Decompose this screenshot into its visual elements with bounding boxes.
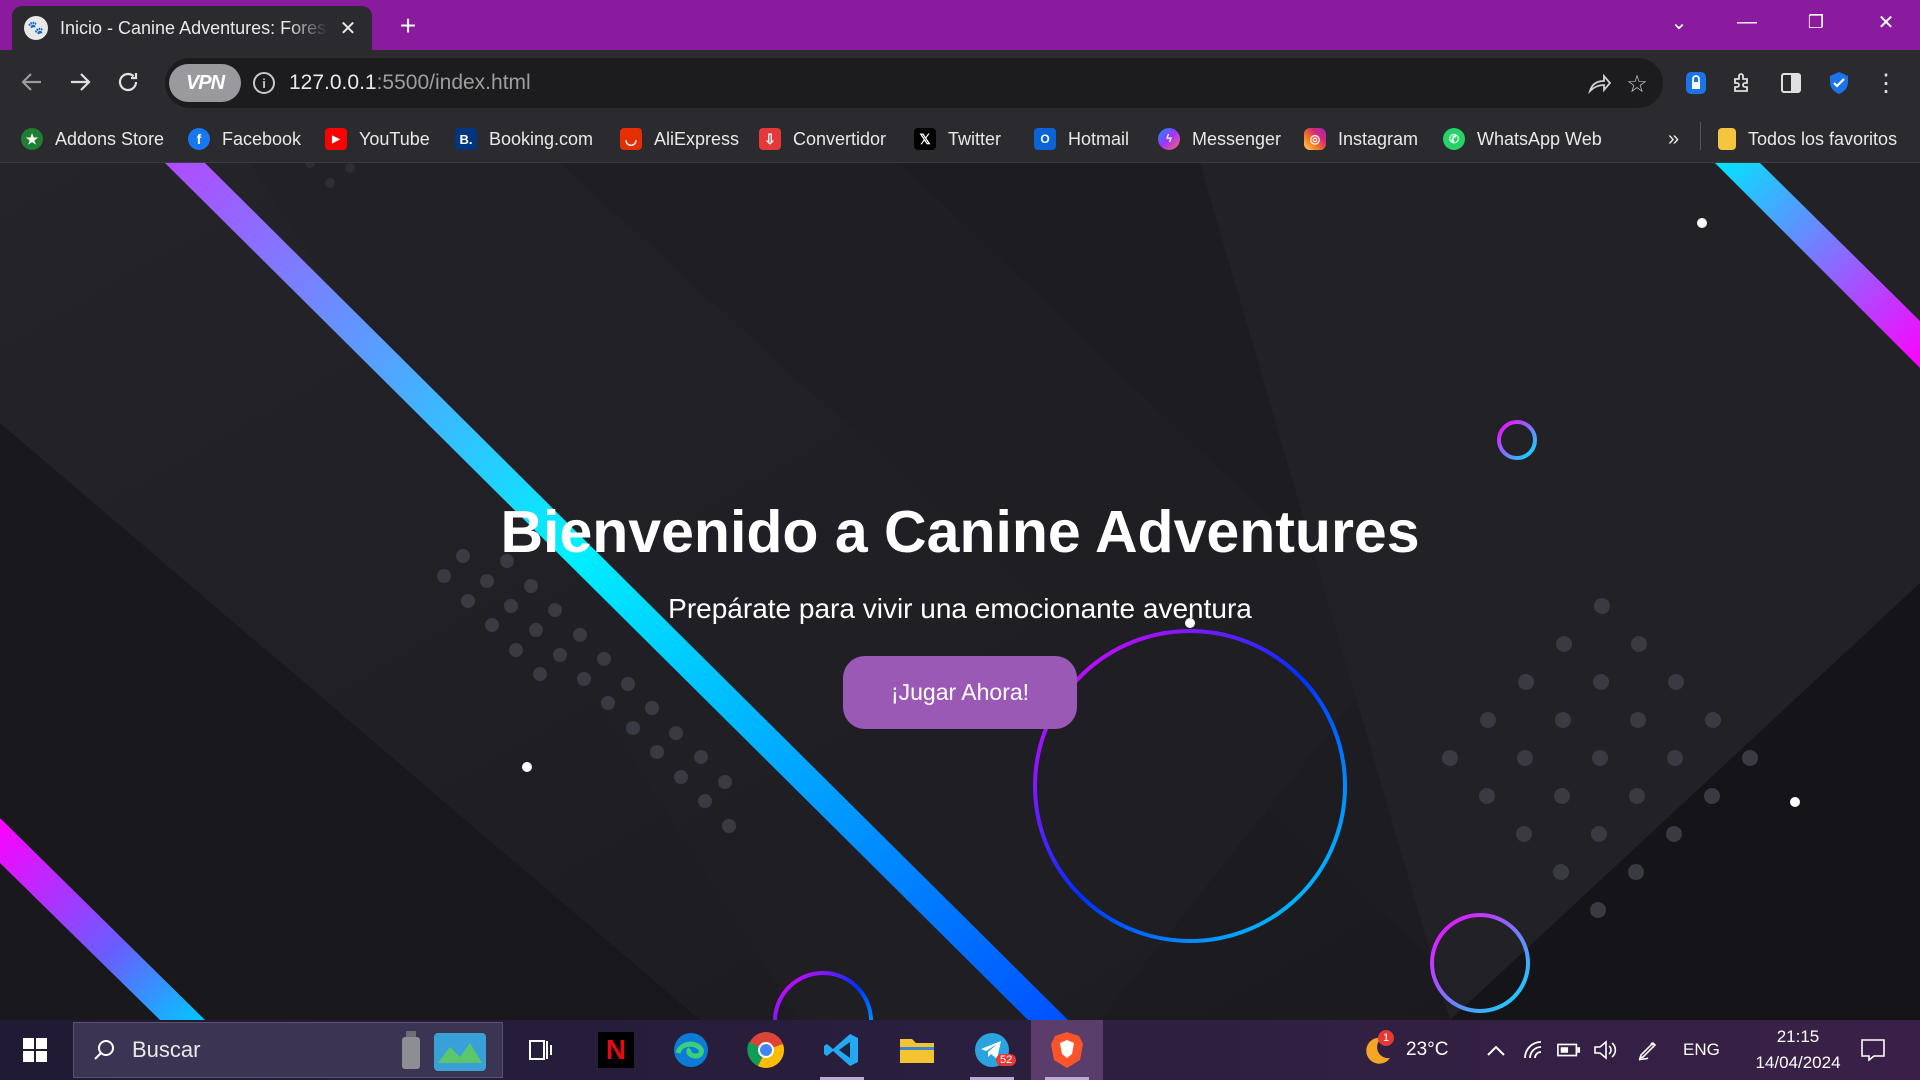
arrow-left-icon xyxy=(21,73,41,91)
taskbar-edge[interactable] xyxy=(655,1020,727,1080)
new-tab-button[interactable]: + xyxy=(392,10,424,42)
brave-icon xyxy=(1051,1032,1083,1068)
search-placeholder: Buscar xyxy=(132,1037,201,1062)
bookmark-twitter[interactable]: 𝕏 Twitter xyxy=(914,125,1001,153)
bookmarks-bar: ★ Addons Store f Facebook ▶ YouTube B. B… xyxy=(0,115,1920,163)
volume-icon[interactable] xyxy=(1593,1038,1617,1062)
instagram-icon: ◎ xyxy=(1304,128,1326,150)
windows-taskbar: Buscar N 52 1 23°C ENG 21:15 14/04/2024 xyxy=(0,1020,1920,1080)
minimize-button[interactable]: — xyxy=(1727,6,1767,38)
hero-background xyxy=(0,163,1920,1020)
bookmarks-separator xyxy=(1700,122,1701,150)
facebook-icon: f xyxy=(188,128,210,150)
bookmark-hotmail[interactable]: O Hotmail xyxy=(1034,125,1129,153)
tab-title: Inicio - Canine Adventures: Forest xyxy=(60,17,328,38)
bookmark-booking[interactable]: B. Booking.com xyxy=(455,125,593,153)
url-text[interactable]: 127.0.0.1:5500/index.html xyxy=(289,71,531,95)
language-indicator[interactable]: ENG xyxy=(1683,1040,1720,1060)
side-panel-icon[interactable] xyxy=(1775,67,1807,99)
weather-badge: 1 xyxy=(1378,1030,1394,1046)
clock-time[interactable]: 21:15 xyxy=(1758,1027,1838,1047)
close-window-button[interactable]: ✕ xyxy=(1866,6,1906,38)
title-bar: 🐾 Inicio - Canine Adventures: Forest ✕ +… xyxy=(0,0,1920,50)
browser-tab-active[interactable]: 🐾 Inicio - Canine Adventures: Forest ✕ xyxy=(12,6,372,50)
arrow-right-icon xyxy=(71,73,91,91)
page-title: Bienvenido a Canine Adventures xyxy=(500,499,1420,565)
taskbar-file-explorer[interactable] xyxy=(881,1020,953,1080)
browser-menu-icon[interactable]: ⋮ xyxy=(1870,67,1902,99)
reload-button[interactable] xyxy=(111,65,145,99)
bookmark-instagram[interactable]: ◎ Instagram xyxy=(1304,125,1418,153)
edge-icon xyxy=(674,1033,708,1067)
booking-icon: B. xyxy=(455,128,477,150)
browser-toolbar: VPN i 127.0.0.1:5500/index.html ☆ ⋮ xyxy=(0,50,1920,115)
addons-store-icon: ★ xyxy=(21,128,43,150)
address-bar[interactable]: VPN i 127.0.0.1:5500/index.html ☆ xyxy=(165,58,1663,108)
task-view-icon xyxy=(529,1040,552,1060)
bookmark-facebook[interactable]: f Facebook xyxy=(188,125,301,153)
taskbar-telegram[interactable]: 52 xyxy=(956,1020,1028,1080)
start-button[interactable] xyxy=(0,1020,70,1080)
task-view-button[interactable] xyxy=(504,1020,576,1080)
tab-close-icon[interactable]: ✕ xyxy=(336,16,360,41)
weather-temperature[interactable]: 23°C xyxy=(1406,1039,1448,1061)
restore-button[interactable]: ❐ xyxy=(1796,6,1836,38)
youtube-icon: ▶ xyxy=(325,128,347,150)
paw-icon: 🐾 xyxy=(24,16,48,40)
taskbar-search[interactable]: Buscar xyxy=(73,1022,503,1078)
aliexpress-icon: ◡ xyxy=(620,128,642,150)
pen-icon[interactable] xyxy=(1636,1038,1660,1062)
messenger-icon: ϟ xyxy=(1158,128,1180,150)
bookmark-youtube[interactable]: ▶ YouTube xyxy=(325,125,430,153)
shield-extension-icon[interactable] xyxy=(1823,67,1855,99)
weather-icon[interactable]: 1 xyxy=(1358,1030,1394,1068)
hotmail-icon: O xyxy=(1034,128,1056,150)
page-subtitle: Prepárate para vivir una emocionante ave… xyxy=(668,593,1252,624)
twitter-icon: 𝕏 xyxy=(914,128,936,150)
site-info-icon[interactable]: i xyxy=(253,72,275,94)
bookmark-addons-store[interactable]: ★ Addons Store xyxy=(21,125,164,153)
tab-search-icon[interactable]: ⌄ xyxy=(1659,6,1699,38)
forward-button[interactable] xyxy=(63,65,97,99)
taskbar-netflix[interactable]: N xyxy=(580,1020,652,1080)
bookmarks-overflow-button[interactable]: » xyxy=(1668,125,1679,153)
netflix-icon: N xyxy=(598,1032,634,1068)
whatsapp-icon: ✆ xyxy=(1443,128,1465,150)
clock-date[interactable]: 14/04/2024 xyxy=(1738,1053,1858,1073)
bookmark-convertidor[interactable]: ⇩ Convertidor xyxy=(759,125,886,153)
search-icon xyxy=(94,1040,114,1060)
notification-center-icon[interactable] xyxy=(1858,1038,1888,1062)
taskbar-chrome[interactable] xyxy=(730,1020,802,1080)
all-bookmarks-folder[interactable]: Todos los favoritos xyxy=(1718,125,1897,153)
folder-icon xyxy=(1718,128,1736,150)
telegram-badge: 52 xyxy=(996,1054,1017,1066)
wifi-icon[interactable] xyxy=(1522,1038,1546,1062)
back-button[interactable] xyxy=(15,65,49,99)
extensions-icon[interactable] xyxy=(1727,67,1759,99)
page-viewport: Bienvenido a Canine Adventures Prepárate… xyxy=(0,163,1920,1020)
bookmark-aliexpress[interactable]: ◡ AliExpress xyxy=(620,125,739,153)
taskbar-vscode[interactable] xyxy=(806,1020,878,1080)
bookmark-star-icon[interactable]: ☆ xyxy=(1623,70,1651,98)
chrome-icon xyxy=(747,1032,784,1068)
play-now-button[interactable]: ¡Jugar Ahora! xyxy=(843,656,1077,729)
bookmark-messenger[interactable]: ϟ Messenger xyxy=(1158,125,1281,153)
battery-icon[interactable] xyxy=(1557,1038,1581,1062)
bookmark-whatsapp[interactable]: ✆ WhatsApp Web xyxy=(1443,125,1602,153)
search-highlight-icon xyxy=(402,1031,486,1071)
convertidor-icon: ⇩ xyxy=(759,128,781,150)
vscode-icon xyxy=(824,1034,858,1066)
reload-icon xyxy=(118,72,138,92)
share-icon[interactable] xyxy=(1585,70,1613,98)
windows-logo-icon xyxy=(23,1038,47,1062)
chevron-up-icon[interactable] xyxy=(1484,1038,1508,1062)
folder-icon xyxy=(900,1039,934,1063)
password-manager-icon[interactable] xyxy=(1680,67,1712,99)
taskbar-brave[interactable] xyxy=(1031,1020,1103,1080)
vpn-button[interactable]: VPN xyxy=(169,64,241,102)
